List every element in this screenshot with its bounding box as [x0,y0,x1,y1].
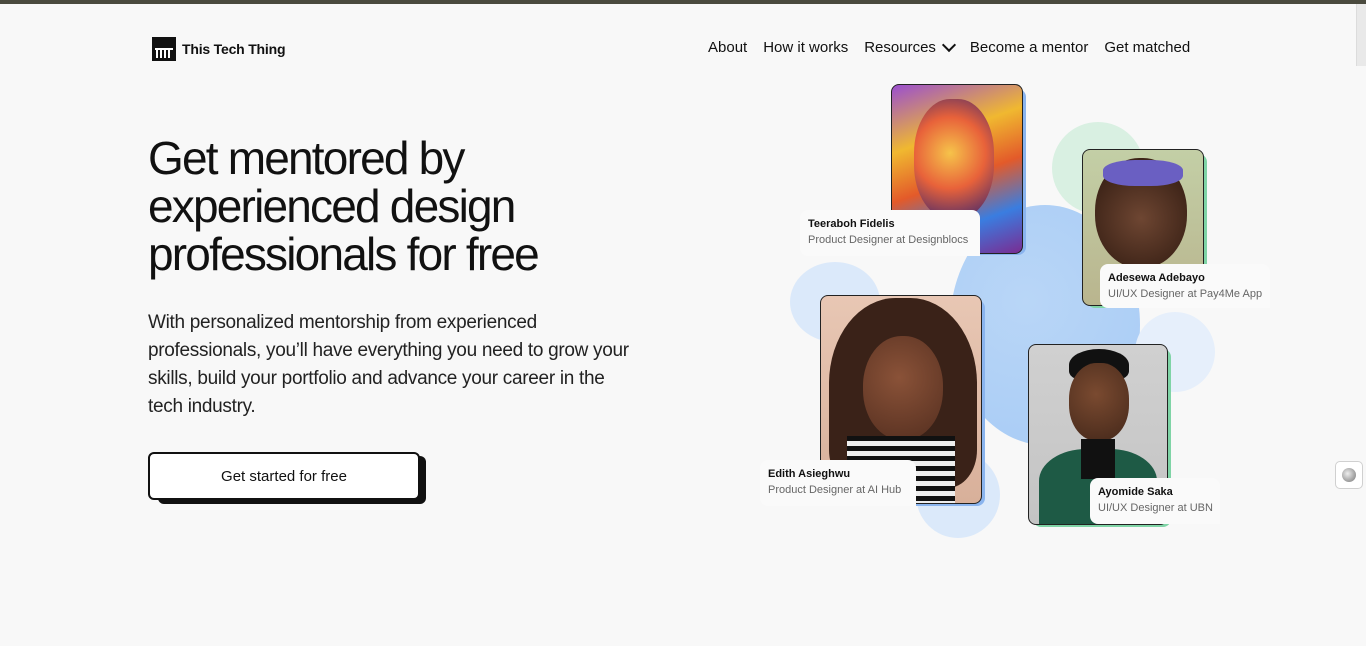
mentor-name-4: Ayomide Saka [1098,486,1173,498]
get-started-button[interactable]: Get started for free [148,452,420,500]
main-nav: About How it works Resources Become a me… [708,37,1190,56]
top-border [0,0,1366,4]
mentor-label-2: Adesewa Adebayo UI/UX Designer at Pay4Me… [1100,264,1270,308]
brand-logo[interactable]: This Tech Thing [152,37,285,61]
mentor-name-3: Edith Asieghwu [768,468,851,480]
chevron-down-icon [941,37,956,53]
side-widget-button[interactable] [1335,461,1363,489]
nav-become-mentor[interactable]: Become a mentor [970,39,1088,56]
nav-resources[interactable]: Resources [864,37,956,56]
nav-about[interactable]: About [708,39,747,56]
mentor-role-4: UI/UX Designer at UBN [1098,502,1213,514]
brand-logo-icon [152,37,176,61]
nav-get-matched[interactable]: Get matched [1104,39,1190,56]
mentor-name-2: Adesewa Adebayo [1108,272,1205,284]
scrollbar[interactable] [1356,4,1366,66]
mentor-label-3: Edith Asieghwu Product Designer at AI Hu… [760,460,916,506]
hero-headline: Get mentored by experienced design profe… [148,132,540,280]
mentor-label-1: Teeraboh Fidelis Product Designer at Des… [800,210,980,256]
mentor-role-3: Product Designer at AI Hub [768,484,902,496]
hero-subtext: With personalized mentorship from experi… [148,312,629,417]
mentor-label-4: Ayomide Saka UI/UX Designer at UBN [1090,478,1220,524]
widget-icon [1342,468,1356,482]
nav-resources-label: Resources [864,39,936,56]
brand-name: This Tech Thing [182,41,286,57]
nav-how-it-works[interactable]: How it works [763,39,848,56]
mentor-role-2: UI/UX Designer at Pay4Me App [1108,288,1263,300]
mentor-role-1: Product Designer at Designblocs [808,234,969,246]
mentor-name-1: Teeraboh Fidelis [808,218,895,230]
